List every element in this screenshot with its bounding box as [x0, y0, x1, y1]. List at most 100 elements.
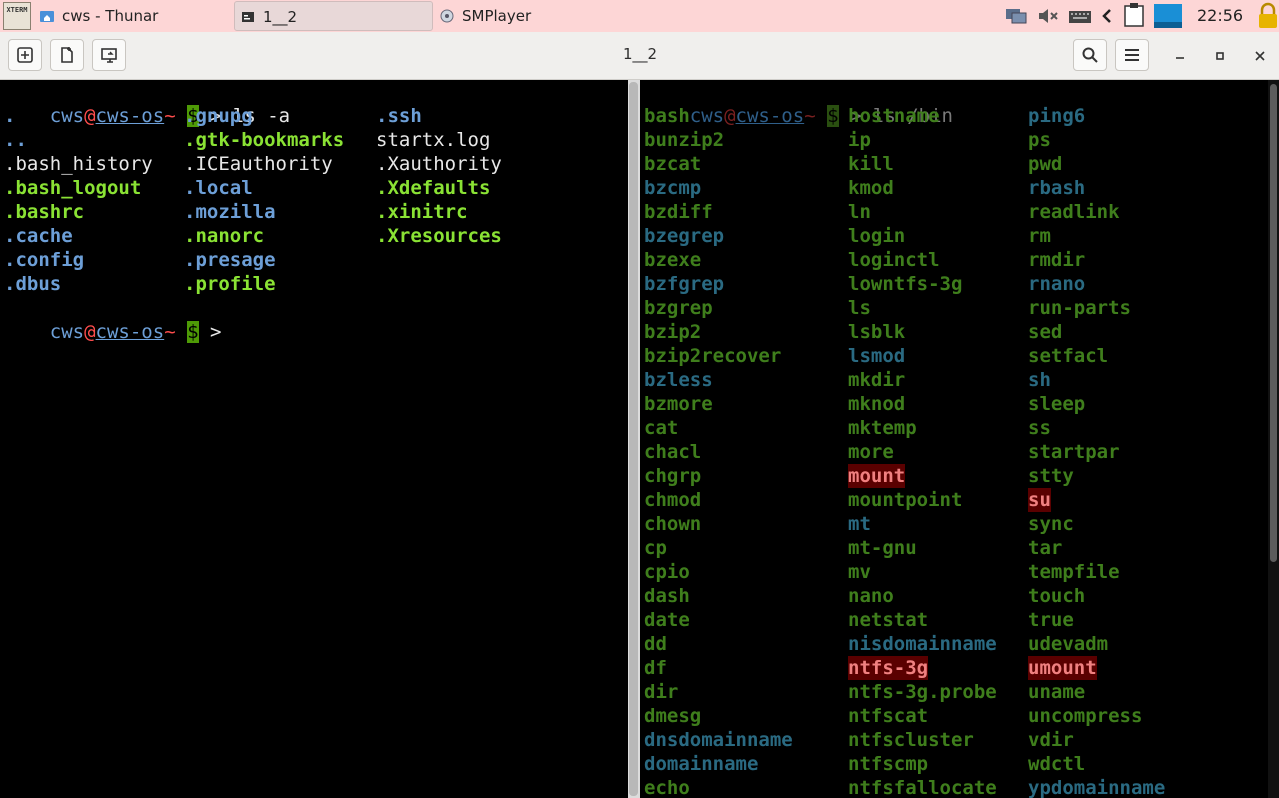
file-entry: bzcat [644, 153, 702, 175]
file-entry: touch [1028, 585, 1086, 607]
workspace-icon[interactable] [1154, 4, 1182, 28]
file-entry: .ssh [376, 105, 422, 127]
prompt-at: @ [724, 105, 736, 127]
file-entry: uname [1028, 681, 1086, 703]
network-icon[interactable] [1004, 6, 1028, 26]
file-entry: .mozilla [184, 201, 276, 223]
file-entry: startx.log [376, 129, 491, 151]
file-entry: netstat [848, 609, 929, 631]
file-entry: ntfs-3g [848, 656, 929, 680]
prompt-user: cws [49, 321, 85, 343]
file-entry: .Xauthority [376, 153, 502, 175]
left-scrollbar-thumb[interactable] [629, 82, 638, 796]
prompt-line: cws@cws-os~ $ > [4, 296, 233, 343]
file-entry: bzless [644, 369, 713, 391]
prompt-at: @ [84, 321, 96, 343]
chevron-left-icon[interactable] [1100, 6, 1114, 26]
file-entry: .ICEauthority [184, 153, 333, 175]
file-entry: mknod [848, 393, 906, 415]
file-entry: chown [644, 513, 702, 535]
split-icon [61, 47, 73, 63]
split-button[interactable] [50, 39, 84, 71]
file-entry: pwd [1028, 153, 1063, 175]
clipboard-icon[interactable] [1122, 3, 1146, 27]
task-label: SMPlayer [462, 7, 532, 25]
file-entry: chacl [644, 441, 702, 463]
file-entry: rm [1028, 225, 1051, 247]
file-entry: .bash_logout [4, 177, 142, 199]
file-entry: bzmore [644, 393, 713, 415]
file-entry: uncompress [1028, 705, 1143, 727]
smplayer-icon [440, 9, 454, 23]
file-entry: nisdomainname [848, 633, 997, 655]
file-entry: kmod [848, 177, 894, 199]
file-entry: kill [848, 153, 894, 175]
lock-icon[interactable] [1257, 2, 1279, 30]
file-entry: bzip2recover [644, 345, 782, 367]
file-entry: udevadm [1028, 633, 1109, 655]
close-button[interactable] [1245, 41, 1275, 71]
file-entry: .cache [4, 225, 73, 247]
file-entry: domainname [644, 753, 759, 775]
file-entry: bzexe [644, 249, 702, 271]
file-entry: mktemp [848, 417, 917, 439]
file-entry: ip [848, 129, 871, 151]
close-icon [1255, 51, 1265, 61]
taskbar-item-thunar[interactable]: cws - Thunar [34, 1, 230, 31]
file-entry: mountpoint [848, 489, 963, 511]
file-entry: su [1028, 488, 1051, 512]
search-button[interactable] [1073, 39, 1107, 71]
prompt-line: cws@cws-os~ $ > ls -a [4, 80, 290, 127]
file-entry: .profile [184, 273, 276, 295]
file-entry: .nanorc [184, 225, 265, 247]
file-entry: .presage [184, 249, 276, 271]
right-scrollbar[interactable] [1268, 80, 1279, 798]
file-entry: lowntfs-3g [848, 273, 963, 295]
file-entry: ln [848, 201, 871, 223]
file-entry: .Xdefaults [376, 177, 491, 199]
file-entry: .. [4, 129, 27, 151]
file-entry: dmesg [644, 705, 702, 727]
xterm-menu-icon[interactable]: XTERM [3, 2, 31, 30]
volume-muted-icon[interactable] [1036, 6, 1060, 26]
file-entry: echo [644, 777, 690, 798]
detach-button[interactable] [92, 39, 126, 71]
file-entry: mkdir [848, 369, 906, 391]
prompt-cwd: ~ [804, 105, 816, 127]
file-entry: ps [1028, 129, 1051, 151]
file-entry: mount [848, 464, 906, 488]
file-entry: lsmod [848, 345, 906, 367]
file-entry: vdir [1028, 729, 1074, 751]
file-entry: ss [1028, 417, 1051, 439]
pane-divider[interactable] [628, 80, 640, 798]
file-entry: stty [1028, 465, 1074, 487]
keyboard-icon[interactable] [1068, 6, 1092, 26]
minimize-button[interactable] [1165, 41, 1195, 71]
file-entry: .bash_history [4, 153, 153, 175]
right-scrollbar-thumb[interactable] [1270, 84, 1277, 562]
file-entry: cpio [644, 561, 690, 583]
clock[interactable]: 22:56 [1197, 0, 1243, 32]
maximize-button[interactable] [1205, 41, 1235, 71]
file-entry: date [644, 609, 690, 631]
file-entry: bzfgrep [644, 273, 725, 295]
prompt-cwd: ~ [164, 105, 176, 127]
file-entry: setfacl [1028, 345, 1109, 367]
prompt-host: cws-os [95, 105, 165, 127]
left-terminal[interactable]: cws@cws-os~ $ > ls -a ... .bash_history .b… [0, 80, 628, 798]
new-tab-button[interactable] [8, 39, 42, 71]
taskbar: XTERM cws - Thunar 1__2 SMPlayer 22:56 [0, 0, 1279, 33]
file-entry: .bashrc [4, 201, 85, 223]
taskbar-item-smplayer[interactable]: SMPlayer [434, 1, 634, 31]
file-entry: dd [644, 633, 667, 655]
right-terminal[interactable]: cws@cws-os~ $ > ls /bin bash bunzip2 bzcat… [640, 80, 1268, 798]
file-entry: chgrp [644, 465, 702, 487]
file-entry: bzip2 [644, 321, 702, 343]
file-entry: tempfile [1028, 561, 1120, 583]
menu-button[interactable] [1115, 39, 1149, 71]
taskbar-item-terminal[interactable]: 1__2 [234, 1, 433, 31]
minimize-icon [1176, 57, 1184, 59]
window-headerbar: 1__2 [0, 32, 1279, 80]
file-entry: chmod [644, 489, 702, 511]
file-entry: lsblk [848, 321, 906, 343]
